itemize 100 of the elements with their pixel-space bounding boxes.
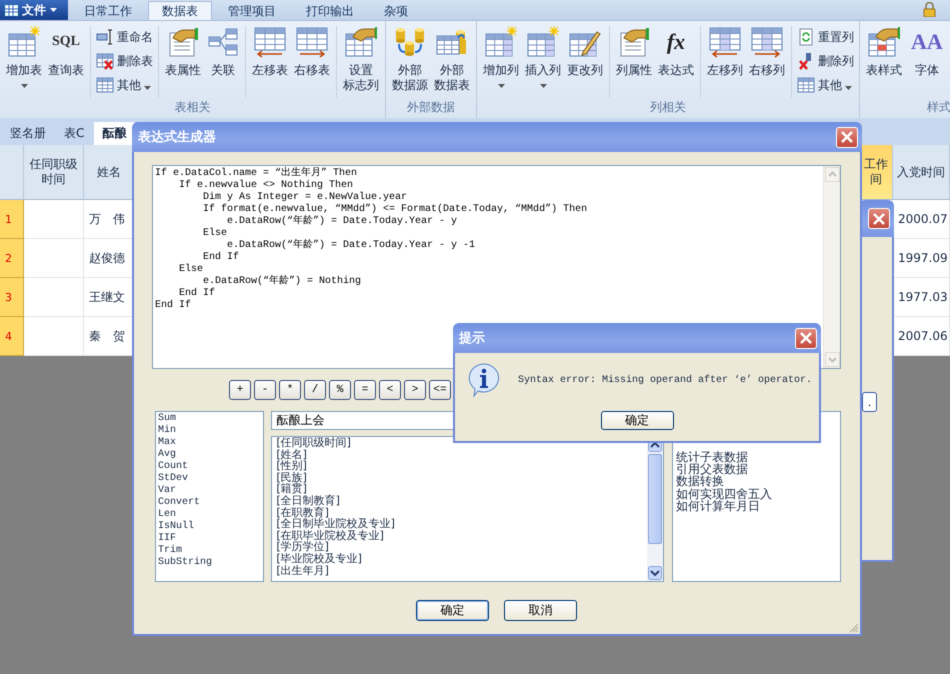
list-item[interactable]: [民族] xyxy=(276,472,643,484)
column-sparkle-icon xyxy=(485,26,517,58)
operator-button[interactable]: = xyxy=(354,380,376,400)
ribbon-tab[interactable]: 杂项 xyxy=(370,1,422,20)
ribbon-tab[interactable]: 管理项目 xyxy=(214,1,290,20)
column-header[interactable]: 入党时间 xyxy=(893,145,950,200)
table-cell xyxy=(24,317,84,356)
list-item[interactable]: [在职教育] xyxy=(276,506,643,518)
close-button[interactable] xyxy=(868,208,890,229)
code-line: End If xyxy=(202,252,240,264)
operator-button[interactable]: < xyxy=(379,380,401,400)
list-item[interactable]: [姓名] xyxy=(276,448,643,460)
list-item[interactable]: SubString xyxy=(158,557,262,569)
list-item[interactable]: Max xyxy=(158,437,262,449)
scroll-down-icon[interactable] xyxy=(648,566,662,580)
close-button[interactable] xyxy=(795,328,817,348)
operator-button[interactable]: % xyxy=(329,380,351,400)
ribbon-tab[interactable]: 打印输出 xyxy=(292,1,368,20)
ribbon-tab[interactable]: 数据表 xyxy=(148,1,212,20)
list-item[interactable]: Var xyxy=(158,485,262,497)
list-item[interactable]: 如何实现四舍五入 xyxy=(676,488,837,500)
table-left-arrow-icon xyxy=(709,26,741,58)
ribbon-button[interactable]: 增加表 xyxy=(3,26,45,98)
ok-button[interactable]: 确定 xyxy=(416,600,489,621)
ribbon-button[interactable]: AA 字体 xyxy=(905,26,949,98)
list-item[interactable]: Convert xyxy=(158,497,262,509)
list-item[interactable]: [毕业院校及专业] xyxy=(276,552,643,565)
list-item[interactable]: Trim xyxy=(158,545,262,557)
list-item[interactable]: 统计子表数据 xyxy=(676,451,837,464)
ribbon-button[interactable]: 表属性 xyxy=(162,26,204,98)
list-item[interactable]: Avg xyxy=(158,449,262,461)
table-cell xyxy=(24,278,84,317)
ribbon-tab[interactable]: 日常工作 xyxy=(70,1,146,20)
list-item[interactable]: Sum xyxy=(158,413,262,425)
list-item[interactable]: [全日制教育] xyxy=(276,494,643,507)
ribbon-button[interactable]: 右移表 xyxy=(291,26,333,98)
column-header[interactable]: 姓名 xyxy=(84,145,135,200)
cancel-button[interactable]: 取消 xyxy=(504,600,577,621)
operator-button[interactable]: - xyxy=(254,380,276,400)
ribbon-button[interactable]: 重置列 xyxy=(795,26,856,48)
list-item[interactable]: 引用父表数据 xyxy=(676,463,837,476)
operator-button[interactable]: > xyxy=(404,380,426,400)
ribbon-button[interactable]: 删除表 xyxy=(94,50,155,72)
row-number: 3 xyxy=(0,278,24,317)
ribbon-button[interactable]: 增加列 xyxy=(480,26,522,98)
file-menu-button[interactable]: 文件 xyxy=(0,0,68,20)
code-line: Else xyxy=(178,264,204,276)
operator-button[interactable]: / xyxy=(304,380,326,400)
ribbon-button[interactable]: SQL 查询表 xyxy=(45,26,87,98)
ribbon-button[interactable]: 外部数据源 xyxy=(389,26,431,98)
close-button[interactable] xyxy=(836,126,858,148)
text-cursor-icon xyxy=(96,28,114,46)
browse-button[interactable]: . xyxy=(862,392,877,412)
list-item[interactable]: [学历学位] xyxy=(276,541,643,553)
sheet-tab[interactable]: 竖名册 xyxy=(2,122,54,145)
list-item[interactable]: [在职毕业院校及专业] xyxy=(276,530,643,542)
ribbon-button[interactable]: 插入列 xyxy=(522,26,564,98)
list-item[interactable]: [籍贯] xyxy=(276,483,643,495)
operator-button[interactable]: <= xyxy=(429,380,451,400)
table-right-arrow-icon xyxy=(751,26,783,58)
ribbon-button[interactable]: 删除列 xyxy=(795,50,856,72)
list-item[interactable]: StDev xyxy=(158,473,262,485)
list-item[interactable]: 数据转换 xyxy=(676,475,837,488)
ribbon-button[interactable]: 其他 xyxy=(795,74,856,96)
ribbon-button[interactable]: 关联 xyxy=(204,26,242,98)
ribbon-button[interactable]: 设置标志列 xyxy=(340,26,382,98)
ribbon-button[interactable]: 重命名 xyxy=(94,26,155,48)
ribbon-button[interactable]: 右移列 xyxy=(746,26,788,98)
ribbon-button[interactable]: 外部数据表 xyxy=(431,26,473,98)
ribbon-button[interactable]: fx 表达式 xyxy=(655,26,697,98)
operator-button[interactable]: * xyxy=(279,380,301,400)
ribbon-button[interactable]: 表样式 xyxy=(863,26,905,98)
operator-button[interactable]: + xyxy=(229,380,251,400)
list-item[interactable]: [全日制毕业院校及专业] xyxy=(276,518,643,530)
ok-button[interactable]: 确定 xyxy=(600,411,674,430)
code-line: End If xyxy=(155,300,192,312)
column-header[interactable]: 工作间 xyxy=(860,145,893,200)
sheet-tab[interactable]: 表C xyxy=(56,122,92,145)
list-item[interactable]: Min xyxy=(158,425,262,437)
ribbon-button[interactable]: 左移列 xyxy=(704,26,746,98)
ribbon-button[interactable]: 左移表 xyxy=(249,26,291,98)
close-icon xyxy=(799,331,813,345)
table-right-arrow-icon xyxy=(296,26,328,58)
resize-grip-icon[interactable] xyxy=(849,623,859,633)
list-item[interactable]: IIF xyxy=(158,533,262,545)
list-item[interactable]: [出生年月] xyxy=(276,564,643,576)
list-item[interactable]: IsNull xyxy=(158,521,262,533)
ribbon-button[interactable]: 列属性 xyxy=(613,26,655,98)
list-item[interactable]: Len xyxy=(158,509,262,521)
code-line: e.DataRow(“年龄”) = Date.Today.Year - y xyxy=(226,216,458,228)
document-hand-icon xyxy=(618,26,650,58)
ribbon-button[interactable]: 更改列 xyxy=(564,26,606,98)
refresh-document-icon xyxy=(797,28,815,46)
ribbon-button[interactable]: 其他 xyxy=(94,74,155,96)
list-item[interactable]: [性别] xyxy=(276,460,643,472)
column-header[interactable]: 任同职级时间 xyxy=(24,145,84,200)
list-item[interactable]: 如何计算年月日 xyxy=(676,500,837,512)
table-cell xyxy=(24,200,84,239)
list-item[interactable]: Count xyxy=(158,461,262,473)
sheet-tab[interactable]: 酝酿 xyxy=(94,122,134,145)
